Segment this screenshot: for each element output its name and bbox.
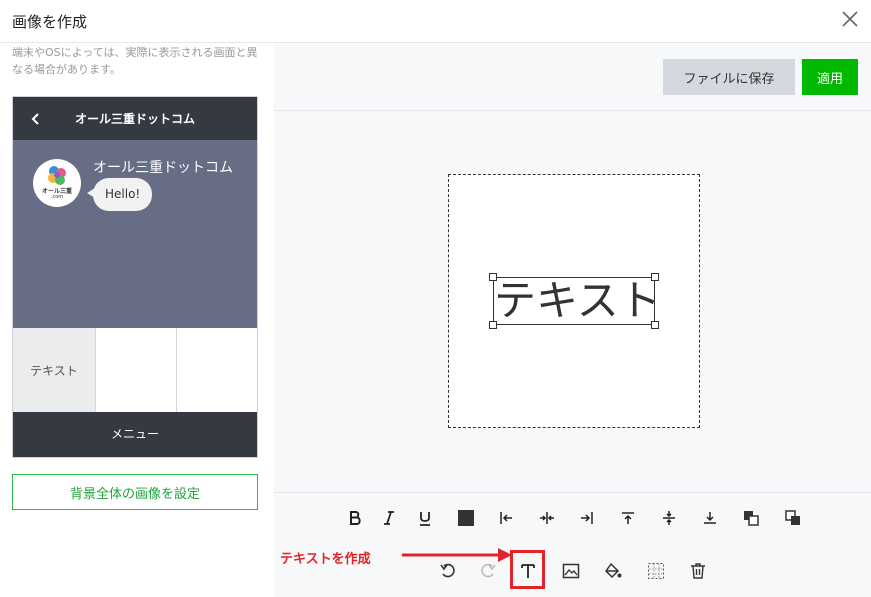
dialog-title: 画像を作成	[12, 13, 88, 31]
avatar: オール三重 .com	[33, 159, 81, 207]
editor-topbar: ファイルに保存 適用	[274, 44, 871, 111]
send-back-icon[interactable]	[780, 505, 806, 531]
annotation-label: テキストを作成	[280, 552, 371, 567]
grid-icon[interactable]	[643, 558, 669, 584]
phone-preview: オール三重ドットコム オール三重 .com オール三重ドットコム Hello! …	[12, 96, 258, 458]
rich-menu: テキスト	[13, 328, 257, 412]
align-middle-icon[interactable]	[656, 505, 682, 531]
resize-handle[interactable]	[651, 321, 659, 329]
phone-header-title: オール三重ドットコム	[74, 112, 195, 126]
dialog-header: 画像を作成	[0, 0, 871, 43]
format-toolbar	[274, 492, 871, 542]
apply-button[interactable]: 適用	[802, 59, 858, 95]
resize-handle[interactable]	[489, 321, 497, 329]
bold-icon[interactable]	[342, 505, 368, 531]
text-object-content: テキスト	[494, 278, 656, 325]
image-canvas[interactable]: テキスト	[448, 174, 700, 428]
set-background-image-button[interactable]: 背景全体の画像を設定	[12, 474, 258, 510]
align-center-icon[interactable]	[534, 505, 560, 531]
close-icon[interactable]	[839, 8, 861, 30]
underline-icon[interactable]	[412, 505, 438, 531]
annotation-arrow-icon	[402, 546, 514, 564]
message-bubble: Hello!	[93, 178, 153, 211]
resize-handle[interactable]	[651, 273, 659, 281]
color-square-icon[interactable]	[453, 505, 479, 531]
phone-menu-bar[interactable]: メニュー	[13, 412, 257, 457]
rich-menu-cell[interactable]	[177, 328, 257, 412]
phone-header: オール三重ドットコム	[13, 97, 257, 140]
align-left-icon[interactable]	[493, 505, 519, 531]
save-to-file-button[interactable]: ファイルに保存	[663, 59, 795, 95]
text-tool-highlight	[510, 550, 545, 589]
italic-icon[interactable]	[376, 505, 402, 531]
text-object[interactable]: テキスト	[489, 273, 659, 329]
editor-pane: ファイルに保存 適用 テキスト	[274, 44, 871, 597]
rich-menu-cell[interactable]: テキスト	[13, 328, 96, 412]
sender-name: オール三重ドットコム	[93, 160, 233, 176]
trash-icon[interactable]	[685, 558, 711, 584]
image-icon[interactable]	[558, 558, 584, 584]
resize-handle[interactable]	[489, 273, 497, 281]
align-right-icon[interactable]	[574, 505, 600, 531]
rich-menu-cell[interactable]	[96, 328, 177, 412]
bring-front-icon[interactable]	[738, 505, 764, 531]
avatar-logo-subtext: .com	[50, 194, 64, 200]
preview-note: 端末やOSによっては、実際に表示される画面と異なる場合があります。	[12, 46, 258, 76]
fill-icon[interactable]	[600, 558, 626, 584]
align-bottom-icon[interactable]	[697, 505, 723, 531]
align-top-icon[interactable]	[615, 505, 641, 531]
chat-area: オール三重 .com オール三重ドットコム Hello!	[13, 140, 257, 328]
